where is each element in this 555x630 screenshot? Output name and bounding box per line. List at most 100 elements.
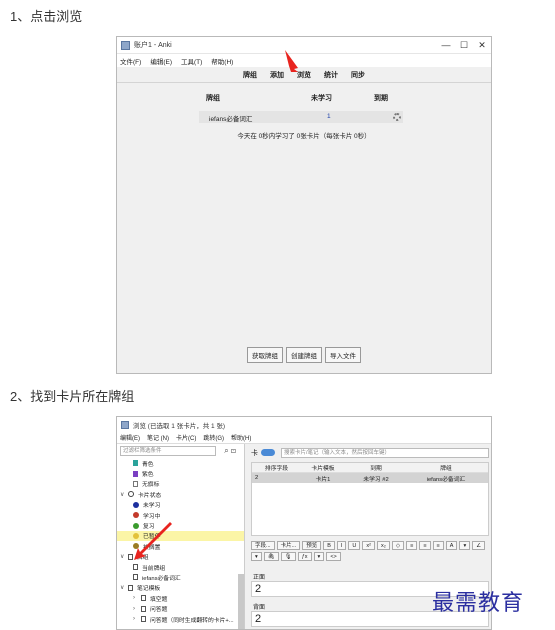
sidebar-item[interactable]: 学习中 xyxy=(117,510,244,520)
sidebar-item[interactable]: ∨ 笔记模板 xyxy=(117,583,244,593)
status-dot-icon xyxy=(133,501,139,508)
sidebar-item-label: 未学习 xyxy=(143,503,161,510)
editor-button[interactable]: 字段... xyxy=(251,541,275,550)
sidebar-item-label: 紫色 xyxy=(142,472,154,479)
import-file-button[interactable]: 导入文件 xyxy=(325,347,361,363)
sidebar-item[interactable]: iefans必备词汇 xyxy=(117,572,244,582)
watermark-logo: 最需教育 xyxy=(432,591,525,616)
chevron-down-icon[interactable]: ∨ xyxy=(120,553,126,560)
header-deck: 牌组 xyxy=(206,95,220,102)
sidebar-item-label: 青色 xyxy=(142,461,154,468)
chevron-right-icon[interactable]: › xyxy=(133,595,139,601)
chevron-down-icon[interactable]: ∨ xyxy=(120,584,126,591)
sidebar-item-label: 学习中 xyxy=(143,513,161,520)
deck-name[interactable]: iefans必备词汇 xyxy=(209,113,252,123)
red-arrow-icon xyxy=(134,522,172,560)
column-sort-field[interactable]: 排序字段 xyxy=(252,463,298,472)
step-1-caption: 1、点击浏览 xyxy=(10,9,83,24)
sidebar-item[interactable]: › 问答题（同时生成翻转的卡片+... xyxy=(117,614,244,624)
editor-button[interactable]: U xyxy=(348,541,361,550)
study-summary: 今天在 0秒内学习了 0张卡片（每张卡片 0秒） xyxy=(237,133,371,140)
get-shared-button[interactable]: 获取牌组 xyxy=(247,347,283,363)
search-bar: 卡 搜索卡片/笔记（输入文本，然后按回车键） xyxy=(251,447,489,458)
editor-button[interactable]: ▾ xyxy=(313,552,325,561)
minimize-button[interactable]: — xyxy=(437,40,455,50)
editor-button[interactable]: ▾ xyxy=(459,541,471,550)
editor-button[interactable]: ▾ xyxy=(251,552,262,561)
sidebar-item[interactable]: 无旗标 xyxy=(117,479,244,489)
editor-button[interactable]: 🎙 xyxy=(280,552,296,561)
sidebar-scrollbar[interactable] xyxy=(238,574,244,629)
chevron-right-icon[interactable]: › xyxy=(133,616,139,622)
deck-new-count: 1 xyxy=(327,113,331,120)
menu-bar: 文件(F) 编辑(E) 工具(T) 帮助(H) xyxy=(117,54,491,67)
sidebar-item-label: 笔记模板 xyxy=(137,586,161,593)
editor-button[interactable]: x² xyxy=(362,541,375,550)
toolbar-sync[interactable]: 同步 xyxy=(351,70,365,80)
editor-button[interactable]: 卡片... xyxy=(276,541,301,550)
sidebar-item-label: 无旗标 xyxy=(142,482,160,489)
sidebar-item[interactable]: ∨ 卡片状态 xyxy=(117,489,244,499)
note-type-icon xyxy=(141,595,146,602)
column-card-template[interactable]: 卡片模板 xyxy=(298,463,348,472)
chevron-down-icon[interactable]: ∨ xyxy=(120,491,126,498)
deck-row[interactable]: iefans必备词汇 1 xyxy=(199,111,403,123)
gear-icon[interactable] xyxy=(393,113,401,121)
editor-button[interactable]: ◇ xyxy=(391,541,405,550)
editor-button[interactable]: ≡ xyxy=(432,541,444,550)
deck-icon xyxy=(133,564,138,571)
card-table: 排序字段 卡片模板 到期 牌组 2 卡片1 未学习 #2 iefans必备词汇 xyxy=(251,462,489,536)
toolbar-decks[interactable]: 牌组 xyxy=(243,70,257,80)
menu-notes[interactable]: 笔记 (N) xyxy=(147,433,169,442)
search-input[interactable]: 搜索卡片/笔记（输入文本，然后按回车键） xyxy=(281,447,489,458)
editor-button[interactable]: 🖇 xyxy=(263,552,279,561)
cell-due: 未学习 #2 xyxy=(363,476,389,483)
sidebar-item[interactable]: 青色 xyxy=(117,458,244,468)
column-due[interactable]: 到期 xyxy=(348,463,404,472)
editor-button[interactable]: ƒx xyxy=(297,552,312,561)
sidebar-item[interactable]: › 问答题 xyxy=(117,603,244,613)
editor-toolbar: 字段... 卡片... 预览 B I Ux² x₂ ◇ ≡ ≡ ≡ A ▾ ∠ ▾ 🖇 🎙 ƒx ▾ <> xyxy=(251,541,489,565)
toggle-icon: 卡 xyxy=(251,449,258,457)
menu-file[interactable]: 文件(F) xyxy=(120,56,141,66)
menu-go[interactable]: 跳转(G) xyxy=(203,433,224,442)
create-deck-button[interactable]: 创建牌组 xyxy=(286,347,322,363)
search-icon[interactable]: ⌕ ⊡ xyxy=(224,446,236,456)
table-header: 排序字段 卡片模板 到期 牌组 xyxy=(252,463,488,473)
editor-button[interactable]: I xyxy=(336,541,347,550)
close-button[interactable]: ✕ xyxy=(473,40,491,51)
editor-button[interactable]: x₂ xyxy=(376,541,390,550)
editor-button[interactable]: 预览 xyxy=(302,541,322,550)
editor-button[interactable]: ≡ xyxy=(419,541,431,550)
sidebar-filter-input[interactable]: 过滤栏筛选条件 xyxy=(120,446,216,456)
cards-notes-switch[interactable] xyxy=(261,449,275,456)
menu-edit[interactable]: 编辑(E) xyxy=(120,433,140,442)
menu-edit[interactable]: 编辑(E) xyxy=(150,56,172,66)
sidebar-item[interactable]: 紫色 xyxy=(117,468,244,478)
menu-tools[interactable]: 工具(T) xyxy=(181,56,202,66)
editor-button[interactable]: ≡ xyxy=(406,541,418,550)
editor-button[interactable]: A xyxy=(445,541,458,550)
chevron-right-icon[interactable]: › xyxy=(133,606,139,612)
editor-button[interactable]: <> xyxy=(326,552,341,561)
menu-bar: 编辑(E) 笔记 (N) 卡片(C) 跳转(G) 帮助(H) xyxy=(117,432,491,444)
maximize-button[interactable]: ☐ xyxy=(455,40,473,51)
deck-icon xyxy=(128,584,133,591)
column-deck[interactable]: 牌组 xyxy=(404,463,488,472)
note-type-icon xyxy=(141,605,146,612)
field-label-back: 背面 xyxy=(253,605,266,611)
red-arrow-icon xyxy=(285,50,298,72)
menu-help[interactable]: 帮助(H) xyxy=(231,433,251,442)
toolbar-stats[interactable]: 统计 xyxy=(324,70,338,80)
sidebar-item[interactable]: › 填空题 xyxy=(117,593,244,603)
editor-button[interactable]: ∠ xyxy=(472,541,486,550)
sidebar-item[interactable]: 未学习 xyxy=(117,500,244,510)
sidebar-item-label: 卡片状态 xyxy=(138,492,162,499)
menu-cards[interactable]: 卡片(C) xyxy=(176,433,196,442)
editor-button[interactable]: B xyxy=(323,541,335,550)
field-label-front: 正面 xyxy=(253,575,266,581)
menu-help[interactable]: 帮助(H) xyxy=(211,56,233,66)
anki-app-icon xyxy=(121,420,129,429)
table-row[interactable]: 2 卡片1 未学习 #2 iefans必备词汇 xyxy=(252,473,488,483)
title-bar: 浏览 (已选取 1 张卡片，共 1 张) xyxy=(117,417,491,432)
